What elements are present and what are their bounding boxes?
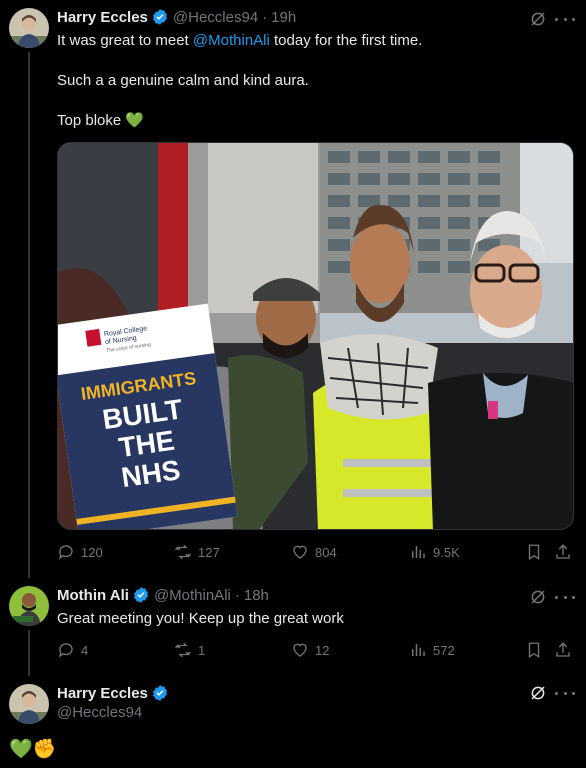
- tweet-harry-focused[interactable]: Harry Eccles @Heccles94 💚✊: [0, 676, 586, 768]
- author-name[interactable]: Mothin Ali: [57, 587, 129, 604]
- repost-button[interactable]: 1: [174, 641, 205, 659]
- tweet-header: Harry Eccles @Heccles94: [57, 684, 169, 721]
- photo-illustration: Royal College of Nursing The voice of nu…: [58, 143, 573, 529]
- tweet-mothin-reply[interactable]: Mothin Ali @MothinAli · 18h Great meetin…: [0, 578, 586, 676]
- views-icon: [412, 546, 425, 558]
- author-name[interactable]: Harry Eccles: [57, 9, 148, 26]
- more-icon[interactable]: [555, 16, 575, 22]
- views-button[interactable]: 572: [409, 641, 455, 659]
- reply-icon: [58, 545, 73, 560]
- text-line: Such a a genuine calm and kind aura.: [57, 72, 309, 89]
- text-line: Top bloke 💚: [57, 112, 145, 129]
- tweet-actions: 120 127 804 9.5K: [57, 543, 573, 563]
- text-line: It was great to meet: [57, 32, 193, 49]
- tweet-text: Great meeting you! Keep up the great wor…: [57, 610, 344, 627]
- repost-count: 127: [198, 544, 220, 560]
- thread-connector: [28, 630, 30, 676]
- text-line: today for the first time.: [269, 32, 423, 49]
- reply-count: 4: [81, 642, 89, 658]
- avatar-mothin[interactable]: [9, 586, 49, 626]
- like-icon: [293, 643, 307, 657]
- reply-button[interactable]: 4: [57, 641, 88, 659]
- separator-dot: ·: [234, 586, 240, 604]
- share-icon[interactable]: [554, 543, 572, 561]
- grok-icon[interactable]: [529, 588, 547, 606]
- thread-connector: [28, 52, 30, 578]
- views-icon: [412, 644, 425, 656]
- views-count: 572: [433, 642, 455, 658]
- tweet-header: Harry Eccles @Heccles94 · 19h: [57, 8, 296, 26]
- author-name[interactable]: Harry Eccles: [57, 685, 148, 702]
- views-count: 9.5K: [433, 544, 460, 560]
- verified-badge-icon: [152, 9, 167, 25]
- timestamp[interactable]: 18h: [244, 587, 269, 604]
- repost-icon: [175, 544, 191, 560]
- tweet-header: Mothin Ali @MothinAli · 18h: [57, 586, 269, 604]
- tweet-actions: 4 1 12 572: [57, 641, 573, 661]
- views-button[interactable]: 9.5K: [409, 543, 460, 561]
- reply-count: 120: [81, 544, 103, 560]
- like-count: 804: [315, 544, 337, 560]
- author-handle[interactable]: @Heccles94: [57, 704, 169, 721]
- more-icon[interactable]: [555, 594, 575, 600]
- reply-button[interactable]: 120: [57, 543, 103, 561]
- timestamp[interactable]: 19h: [271, 9, 296, 26]
- more-icon[interactable]: [555, 690, 575, 696]
- tweet-photo[interactable]: Royal College of Nursing The voice of nu…: [57, 142, 574, 530]
- reply-icon: [58, 643, 73, 658]
- avatar-harry[interactable]: [9, 8, 49, 48]
- bookmark-icon[interactable]: [525, 641, 543, 659]
- mention-link[interactable]: @MothinAli: [193, 32, 270, 49]
- share-icon[interactable]: [554, 641, 572, 659]
- like-button[interactable]: 12: [291, 641, 329, 659]
- repost-count: 1: [198, 642, 206, 658]
- grok-icon[interactable]: [529, 10, 547, 28]
- bookmark-icon[interactable]: [525, 543, 543, 561]
- repost-button[interactable]: 127: [174, 543, 220, 561]
- author-handle[interactable]: @Heccles94: [173, 9, 258, 26]
- verified-badge-icon: [133, 587, 148, 603]
- repost-icon: [175, 642, 191, 658]
- grok-icon[interactable]: [529, 684, 547, 702]
- verified-badge-icon: [152, 685, 167, 701]
- like-button[interactable]: 804: [291, 543, 337, 561]
- avatar-harry[interactable]: [9, 684, 49, 724]
- tweet-text: It was great to meet @MothinAli today fo…: [57, 31, 567, 131]
- author-handle[interactable]: @MothinAli: [154, 587, 231, 604]
- tweet-text: 💚✊: [9, 739, 57, 760]
- like-count: 12: [315, 642, 330, 658]
- separator-dot: ·: [262, 8, 268, 26]
- tweet-harry-main[interactable]: Harry Eccles @Heccles94 · 19h It was gre…: [0, 0, 586, 578]
- like-icon: [293, 545, 307, 559]
